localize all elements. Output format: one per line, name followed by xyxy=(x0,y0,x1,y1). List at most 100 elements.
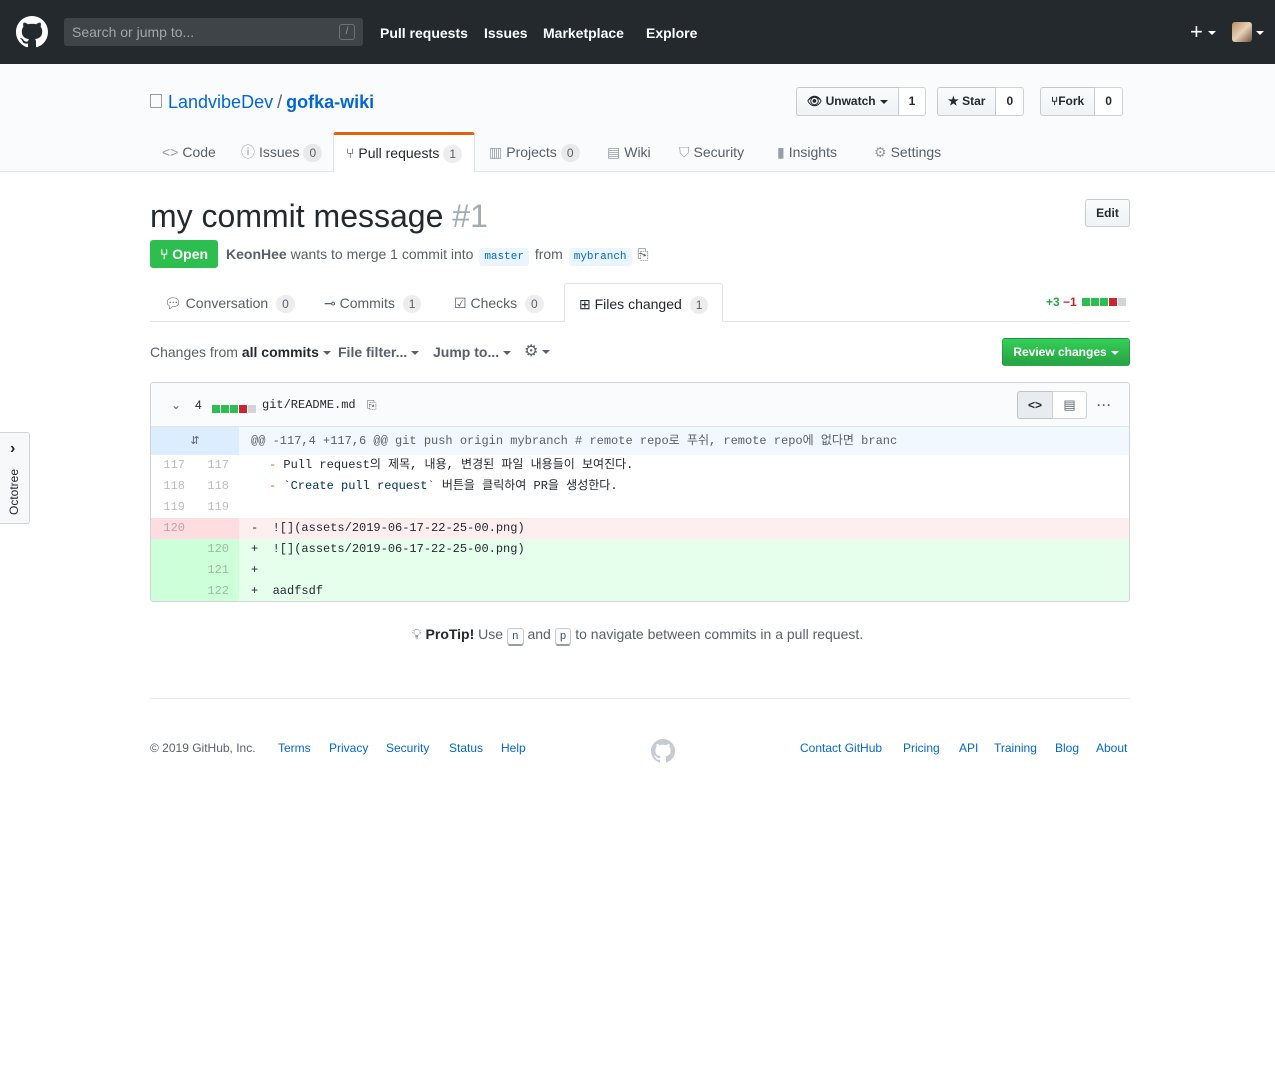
clipboard-icon[interactable]: ⎘ xyxy=(637,246,648,262)
chevron-down-icon xyxy=(879,99,888,104)
github-logo-icon[interactable] xyxy=(16,16,48,48)
tab-wiki[interactable]: ▤ Wiki xyxy=(595,132,663,172)
copy-path-icon[interactable]: ⎘ xyxy=(367,396,377,414)
commits-counter: 1 xyxy=(402,295,422,313)
tab-wiki-label: Wiki xyxy=(624,144,651,160)
issues-counter: 0 xyxy=(303,144,323,162)
repo-name-link[interactable]: gofka-wiki xyxy=(286,92,374,112)
files-changed-counter: 1 xyxy=(689,296,709,314)
code-icon: <> xyxy=(162,144,179,160)
repo-separator: / xyxy=(277,92,283,112)
new-line-number[interactable] xyxy=(195,518,239,539)
review-changes-button[interactable]: Review changes xyxy=(1002,338,1130,366)
changes-from-dropdown[interactable]: Changes from all commits xyxy=(150,342,331,362)
search-input[interactable]: Search or jump to... / xyxy=(64,18,363,46)
fork-count[interactable]: 0 xyxy=(1095,87,1123,116)
issue-icon: ⓘ xyxy=(241,144,255,160)
pr-author-link[interactable]: KeonHee xyxy=(226,246,287,262)
nav-pull-requests[interactable]: Pull requests xyxy=(380,24,468,42)
footer-link-training[interactable]: Training xyxy=(994,740,1037,756)
pr-title: my commit message #1 xyxy=(150,196,488,236)
new-line-number[interactable]: 122 xyxy=(195,581,239,601)
tab-checks[interactable]: ☑ Checks 0 xyxy=(440,283,558,321)
diff-settings-dropdown[interactable]: ⚙ xyxy=(524,342,551,362)
create-new-caret-icon[interactable] xyxy=(1208,31,1216,35)
old-line-number[interactable] xyxy=(151,560,195,581)
jump-to-dropdown[interactable]: Jump to... xyxy=(433,342,512,362)
tab-issues[interactable]: ⓘ Issues 0 xyxy=(229,132,334,172)
expand-icon[interactable]: ⇵ xyxy=(151,427,239,455)
new-line-number[interactable]: 118 xyxy=(195,476,239,497)
footer-link-status[interactable]: Status xyxy=(449,740,483,756)
diff-line-code: - Pull request의 제목, 내용, 변경된 파일 내용들이 보여진다… xyxy=(269,455,633,476)
old-line-number[interactable]: 117 xyxy=(151,455,195,476)
footer-link-about[interactable]: About xyxy=(1096,740,1127,756)
base-branch[interactable]: master xyxy=(479,248,529,266)
star-count[interactable]: 0 xyxy=(996,87,1025,116)
tab-pull-requests[interactable]: ⑂ Pull requests 1 xyxy=(333,132,476,172)
footer-link-security[interactable]: Security xyxy=(386,740,429,756)
unwatch-label: Unwatch xyxy=(825,94,876,108)
old-line-number[interactable]: 118 xyxy=(151,476,195,497)
user-avatar[interactable] xyxy=(1232,22,1252,42)
new-line-number[interactable]: 120 xyxy=(195,539,239,560)
footer-link-pricing[interactable]: Pricing xyxy=(903,740,940,756)
diffstat-block xyxy=(1100,298,1109,306)
footer-link-contact[interactable]: Contact GitHub xyxy=(800,740,882,756)
rich-diff-view-button[interactable]: ▤ xyxy=(1052,391,1087,419)
old-line-number[interactable]: 120 xyxy=(151,518,195,539)
tab-settings[interactable]: ⚙ Settings xyxy=(862,132,953,172)
tab-commits[interactable]: ⊸ Commits 1 xyxy=(310,283,435,321)
nav-explore[interactable]: Explore xyxy=(646,24,697,42)
old-line-number[interactable] xyxy=(151,539,195,560)
octotree-toggle[interactable]: › Octotree xyxy=(0,432,30,524)
tab-insights[interactable]: ▮ Insights xyxy=(765,132,849,172)
kebab-horizontal-icon[interactable]: ··· xyxy=(1097,396,1112,414)
repo-owner-link[interactable]: LandvibeDev xyxy=(168,92,273,112)
nav-issues[interactable]: Issues xyxy=(484,24,528,42)
new-line-number[interactable]: 119 xyxy=(195,497,239,518)
nav-marketplace[interactable]: Marketplace xyxy=(543,24,624,42)
create-new-plus-icon[interactable]: + xyxy=(1190,20,1203,44)
fork-button[interactable]: ⑂Fork xyxy=(1040,87,1096,116)
footer-link-terms[interactable]: Terms xyxy=(278,740,311,756)
search-placeholder: Search or jump to... xyxy=(72,24,195,40)
footer-link-api[interactable]: API xyxy=(959,740,978,756)
new-line-number[interactable]: 121 xyxy=(195,560,239,581)
tab-files-changed[interactable]: ⊞ Files changed 1 xyxy=(564,283,724,322)
diffstat: +3 −1 xyxy=(1046,294,1127,310)
github-mark-icon[interactable] xyxy=(651,739,675,763)
tab-projects[interactable]: ▥ Projects 0 xyxy=(477,132,592,172)
collapse-chevron-icon[interactable]: ⌄ xyxy=(171,396,181,414)
diffstat-block xyxy=(1118,298,1127,306)
tab-code[interactable]: <> Code xyxy=(150,132,228,172)
tab-pull-requests-label: Pull requests xyxy=(358,145,440,161)
old-line-number[interactable] xyxy=(151,581,195,601)
diffstat-block xyxy=(248,405,256,413)
tab-security[interactable]: ⛉ Security xyxy=(667,132,756,172)
diff-sign: + xyxy=(251,563,259,577)
diffstat-block xyxy=(1109,298,1118,306)
file-filter-dropdown[interactable]: File filter... xyxy=(338,342,420,362)
footer-link-blog[interactable]: Blog xyxy=(1055,740,1079,756)
star-icon: ★ xyxy=(948,94,963,108)
unwatch-button[interactable]: 👁︎ Unwatch xyxy=(796,87,899,116)
old-line-number[interactable]: 119 xyxy=(151,497,195,518)
footer-link-privacy[interactable]: Privacy xyxy=(329,740,368,756)
tab-conversation[interactable]: 💬︎ Conversation 0 xyxy=(150,283,309,321)
change-count: 4 xyxy=(195,398,202,412)
chevron-right-icon: › xyxy=(10,440,16,457)
source-diff-view-button[interactable]: <> xyxy=(1017,391,1053,419)
user-menu-caret-icon[interactable] xyxy=(1256,31,1264,35)
head-branch[interactable]: mybranch xyxy=(568,248,632,266)
footer-link-help[interactable]: Help xyxy=(501,740,526,756)
new-line-number[interactable]: 117 xyxy=(195,455,239,476)
edit-button[interactable]: Edit xyxy=(1085,199,1130,227)
watch-count[interactable]: 1 xyxy=(898,87,927,116)
chevron-down-icon xyxy=(1110,350,1119,355)
star-button[interactable]: ★ Star xyxy=(937,87,997,116)
pull-request-icon: ⑂ xyxy=(346,145,355,161)
list-bullet: - xyxy=(269,479,277,493)
eye-icon: 👁︎ xyxy=(807,94,826,108)
file-name-link[interactable]: git/README.md xyxy=(262,396,356,414)
